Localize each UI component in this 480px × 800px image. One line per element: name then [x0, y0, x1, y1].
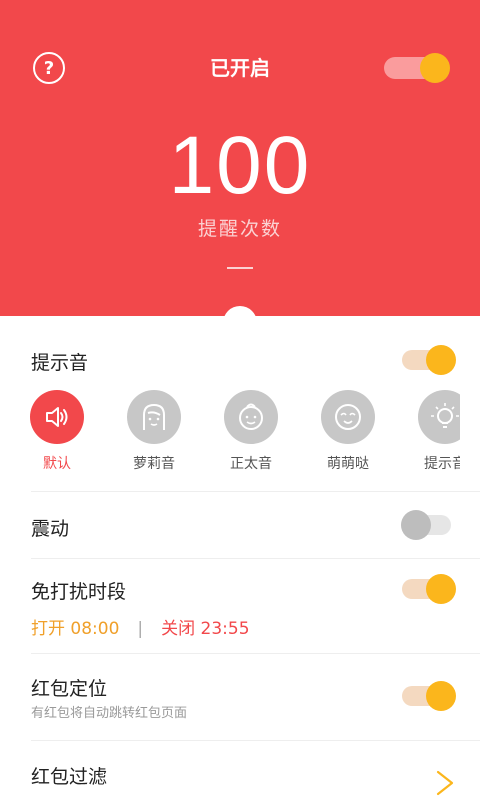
quiet-hours-times: 打开 08:00 | 关闭 23:55	[31, 614, 250, 639]
sound-option-default[interactable]: 默认	[19, 390, 95, 473]
filter-label[interactable]: 红包过滤	[31, 762, 107, 789]
toggle-knob	[420, 53, 450, 83]
reminder-count-label: 提醒次数	[197, 218, 282, 240]
sound-label: 提示音	[31, 352, 89, 374]
sound-option-label: 提示音	[424, 456, 460, 472]
sound-option-circle	[30, 390, 84, 444]
sound-option-label: 正太音	[230, 456, 272, 472]
sound-option-boy[interactable]: 正太音	[213, 390, 289, 473]
boy-face-icon	[239, 403, 263, 430]
divider-dash	[227, 267, 253, 269]
sound-options-list: 默认 萝莉音 正太音 萌萌哒 提示音	[0, 380, 460, 480]
lightbulb-icon	[431, 403, 459, 428]
header: ? 已开启 100 提醒次数	[0, 0, 480, 326]
girl-face-icon	[143, 403, 165, 430]
divider	[31, 653, 480, 654]
sound-option-label: 萌萌哒	[327, 456, 369, 472]
sound-option-circle	[418, 390, 460, 444]
sound-option-circle	[321, 390, 375, 444]
quiet-hours-separator: |	[137, 619, 144, 639]
chevron-right-icon[interactable]	[430, 768, 460, 798]
divider	[31, 740, 480, 741]
sound-option-loli[interactable]: 萝莉音	[116, 390, 192, 473]
sound-option-label: 萝莉音	[133, 456, 175, 472]
vibrate-label: 震动	[31, 518, 70, 540]
locate-label: 红包定位	[31, 678, 108, 700]
sound-option-circle	[127, 390, 181, 444]
divider	[31, 491, 480, 492]
sound-option-cute[interactable]: 萌萌哒	[310, 390, 386, 473]
quiet-hours-open[interactable]: 打开 08:00	[31, 619, 119, 639]
locate-subtext: 有红包将自动跳转红包页面	[31, 706, 188, 721]
quiet-hours-close[interactable]: 关闭 23:55	[161, 619, 249, 639]
cute-face-icon	[335, 404, 361, 430]
sound-option-circle	[224, 390, 278, 444]
toggle-knob	[426, 681, 456, 711]
divider	[31, 558, 480, 559]
reminder-count: 100	[168, 120, 312, 211]
sound-option-tip[interactable]: 提示音	[407, 390, 460, 473]
speaker-icon	[46, 407, 68, 427]
toggle-knob	[401, 510, 431, 540]
toggle-knob	[426, 574, 456, 604]
header-bump	[223, 306, 257, 326]
toggle-knob	[426, 345, 456, 375]
quiet-hours-label: 免打扰时段	[31, 581, 127, 603]
sound-option-label: 默认	[43, 456, 71, 472]
